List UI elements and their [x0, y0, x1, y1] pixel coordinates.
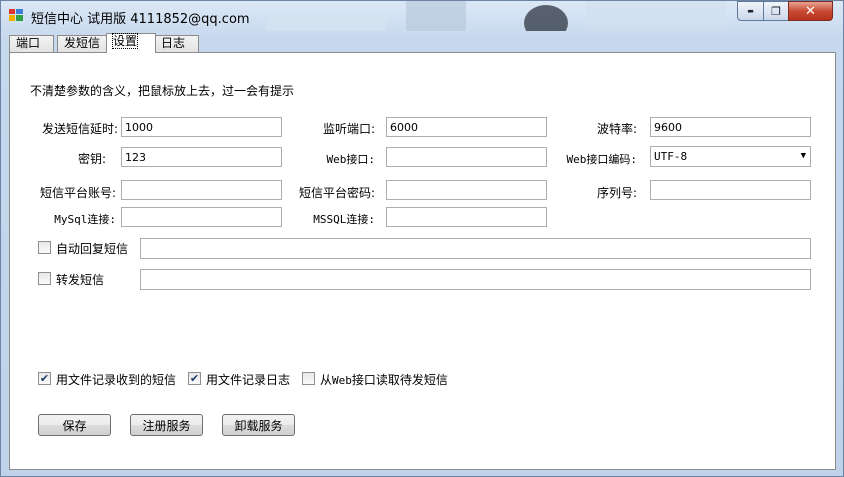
maximize-button[interactable]: ❐: [763, 1, 789, 21]
key-label: 密钥:: [77, 152, 106, 166]
mssql-connection-input[interactable]: [386, 207, 547, 227]
baud-rate-input[interactable]: [650, 117, 811, 137]
web-encoding-select[interactable]: UTF-8 ▼: [650, 146, 811, 167]
platform-password-label: 短信平台密码:: [298, 186, 375, 200]
window-title: 短信中心 试用版 4111852@qq.com: [31, 12, 250, 27]
maximize-icon: ❐: [771, 4, 781, 18]
tab-send-sms[interactable]: 发短信: [57, 35, 108, 52]
close-icon: ✕: [805, 3, 816, 19]
dropdown-arrow-icon[interactable]: ▼: [801, 147, 806, 166]
forward-sms-input[interactable]: [140, 269, 811, 290]
mssql-label: MSSQL连接:: [313, 213, 375, 226]
read-web-prefix: 从: [320, 373, 333, 387]
title-bar[interactable]: 短信中心 试用版 4111852@qq.com ▬ ❐ ✕: [1, 1, 843, 31]
read-web-checkbox[interactable]: [302, 372, 315, 385]
web-port-label: Web接口:: [326, 153, 376, 166]
log-file-label[interactable]: 用文件记录日志: [206, 371, 290, 388]
tab-port[interactable]: 端口: [9, 35, 54, 52]
app-icon: [9, 9, 23, 21]
send-delay-label: 发送短信延时:: [41, 122, 118, 136]
tab-label: 端口: [16, 36, 41, 50]
web-port-input[interactable]: [386, 147, 547, 167]
tab-label: 日志: [161, 36, 186, 50]
serial-number-input[interactable]: [650, 180, 811, 200]
listen-port-input[interactable]: [386, 117, 547, 137]
platform-account-input[interactable]: [121, 180, 282, 200]
platform-account-label: 短信平台账号:: [39, 186, 116, 200]
web-encoding-value: UTF-8: [654, 150, 688, 163]
check-icon: ✔: [189, 372, 200, 385]
read-web-mono: Web: [332, 374, 352, 387]
register-service-button[interactable]: 注册服务: [130, 414, 203, 436]
settings-hint: 不清楚参数的含义，把鼠标放上去，过一会有提示: [30, 84, 295, 98]
read-web-label[interactable]: 从Web接口读取待发短信: [320, 371, 448, 388]
save-button[interactable]: 保存: [38, 414, 111, 436]
minimize-icon: ▬: [747, 7, 754, 15]
send-delay-input[interactable]: [121, 117, 282, 137]
app-window: 短信中心 试用版 4111852@qq.com ▬ ❐ ✕ 端口 发短信 设置 …: [0, 0, 844, 477]
auto-reply-input[interactable]: [140, 238, 811, 259]
platform-password-input[interactable]: [386, 180, 547, 200]
auto-reply-checkbox[interactable]: [38, 241, 51, 254]
baud-rate-label: 波特率:: [596, 122, 637, 136]
log-file-checkbox[interactable]: ✔: [188, 372, 201, 385]
minimize-button[interactable]: ▬: [737, 1, 764, 21]
key-input[interactable]: [121, 147, 282, 167]
mysql-connection-input[interactable]: [121, 207, 282, 227]
tab-label: 设置: [111, 33, 139, 49]
title-bar-background-decoration: [266, 1, 726, 31]
tab-settings[interactable]: 设置: [106, 33, 156, 53]
close-button[interactable]: ✕: [788, 1, 833, 21]
forward-sms-checkbox[interactable]: [38, 272, 51, 285]
uninstall-service-button[interactable]: 卸载服务: [222, 414, 295, 436]
serial-number-label: 序列号:: [596, 186, 637, 200]
tab-label: 发短信: [64, 36, 101, 50]
read-web-suffix: 接口读取待发短信: [351, 373, 448, 387]
tab-log[interactable]: 日志: [154, 35, 199, 52]
check-icon: ✔: [39, 372, 50, 385]
mysql-label: MySql连接:: [54, 213, 116, 226]
forward-sms-label[interactable]: 转发短信: [56, 271, 104, 288]
log-received-checkbox[interactable]: ✔: [38, 372, 51, 385]
log-received-label[interactable]: 用文件记录收到的短信: [56, 371, 176, 388]
auto-reply-label[interactable]: 自动回复短信: [56, 240, 128, 257]
web-encoding-label: Web接口编码:: [566, 153, 638, 166]
settings-panel: [9, 52, 836, 470]
listen-port-label: 监听端口:: [322, 122, 375, 136]
